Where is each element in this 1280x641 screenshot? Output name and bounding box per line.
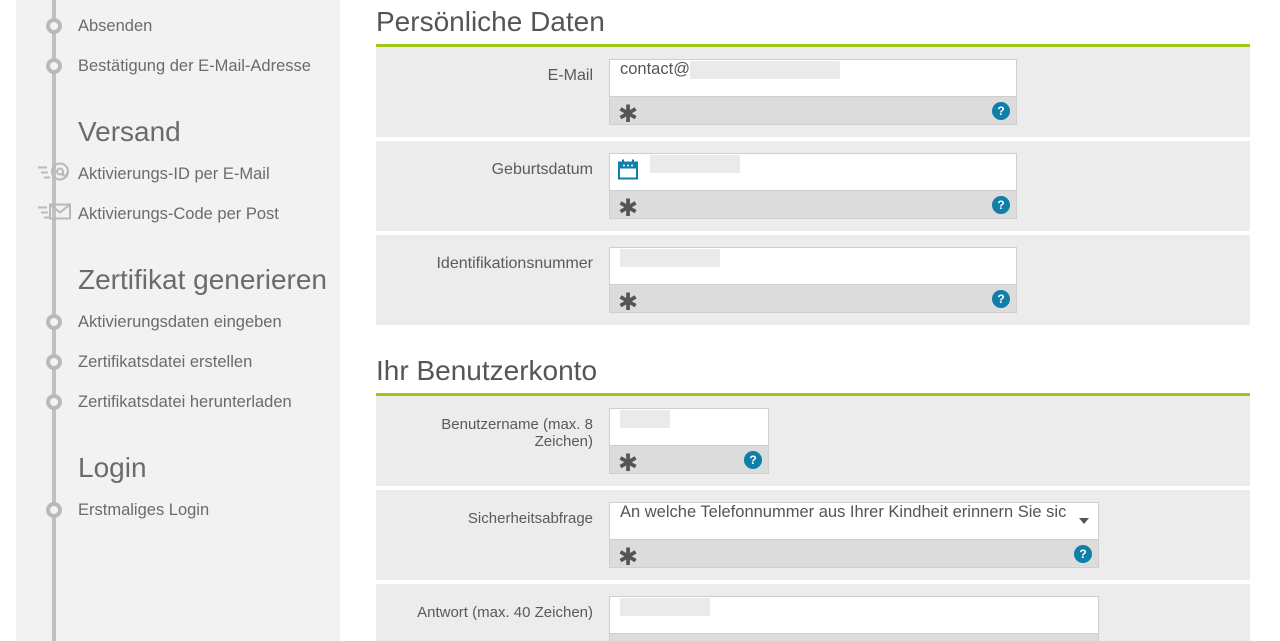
form-row-antwort: Antwort (max. 40 Zeichen) ✱: [376, 584, 1250, 641]
hint-row: ✱ ?: [609, 285, 1017, 313]
help-icon[interactable]: ?: [744, 451, 762, 469]
antwort-field[interactable]: [609, 596, 1099, 634]
redacted-text: [620, 249, 720, 267]
form-row-idnr: Identifikationsnummer ✱ ?: [376, 235, 1250, 329]
step-bullet-icon: [46, 502, 62, 518]
email-label: E-Mail: [384, 59, 609, 137]
form-row-email: E-Mail contact@ ✱ ?: [376, 47, 1250, 141]
geburtsdatum-label: Geburtsdatum: [384, 153, 609, 231]
form-row-geburtsdatum: Geburtsdatum: [376, 141, 1250, 235]
sidebar-item-aktivierung-post[interactable]: Aktivierungs-Code per Post: [16, 194, 340, 234]
section-title-persoenliche-daten: Persönliche Daten: [376, 6, 1250, 47]
step-bullet-icon: [46, 354, 62, 370]
at-email-icon: [38, 161, 72, 188]
sicherheits-label: Sicherheitsabfrage: [384, 502, 609, 580]
main-content: Persönliche Daten E-Mail contact@ ✱ ? Ge…: [340, 0, 1280, 641]
sidebar-item-bestaetigung[interactable]: Bestätigung der E-Mail-Adresse: [16, 46, 340, 86]
step-bullet-icon: [46, 58, 62, 74]
sidebar-item-label: Bestätigung der E-Mail-Adresse: [78, 57, 311, 76]
chevron-down-icon: [1079, 518, 1089, 524]
email-field[interactable]: contact@: [609, 59, 1017, 97]
form-row-benutzername: Benutzername (max. 8 Zeichen) ✱ ?: [376, 396, 1250, 490]
step-bullet-icon: [46, 314, 62, 330]
redacted-text: [690, 61, 840, 79]
required-asterisk-icon: ✱: [618, 452, 638, 476]
help-icon[interactable]: ?: [992, 290, 1010, 308]
step-bullet-icon: [46, 394, 62, 410]
benutzer-label: Benutzername (max. 8 Zeichen): [384, 408, 609, 486]
benutzername-field[interactable]: [609, 408, 769, 446]
sicherheitsabfrage-value: An welche Telefonnummer aus Ihrer Kindhe…: [609, 502, 1099, 540]
sidebar-item-aktivierungsdaten[interactable]: Aktivierungsdaten eingeben: [16, 302, 340, 342]
antwort-label: Antwort (max. 40 Zeichen): [384, 596, 609, 641]
sidebar-item-label: Aktivierungs-ID per E-Mail: [78, 165, 270, 184]
sidebar-item-zert-erstellen[interactable]: Zertifikatsdatei erstellen: [16, 342, 340, 382]
sidebar-item-label: Aktivierungsdaten eingeben: [78, 313, 282, 332]
idnr-label: Identifikationsnummer: [384, 247, 609, 325]
sidebar-heading-versand: Versand: [16, 116, 340, 148]
sidebar-item-label: Erstmaliges Login: [78, 501, 209, 520]
help-icon[interactable]: ?: [1074, 545, 1092, 563]
hint-row: ✱ ?: [609, 446, 769, 474]
sicherheitsabfrage-select[interactable]: An welche Telefonnummer aus Ihrer Kindhe…: [609, 502, 1099, 540]
sidebar-heading-login: Login: [16, 452, 340, 484]
sidebar-item-label: Aktivierungs-Code per Post: [78, 205, 279, 224]
idnr-field[interactable]: [609, 247, 1017, 285]
geburtsdatum-field[interactable]: [609, 153, 1017, 191]
required-asterisk-icon: ✱: [618, 197, 638, 221]
step-bullet-icon: [46, 18, 62, 34]
sidebar-item-label: Zertifikatsdatei erstellen: [78, 353, 252, 372]
sidebar-item-absenden[interactable]: Absenden: [16, 6, 340, 46]
hint-row: ✱ ?: [609, 191, 1017, 219]
redacted-text: [620, 410, 670, 428]
form-row-sicherheitsabfrage: Sicherheitsabfrage An welche Telefonnumm…: [376, 490, 1250, 584]
section-title-benutzerkonto: Ihr Benutzerkonto: [376, 355, 1250, 396]
mail-post-icon: [38, 201, 72, 228]
sidebar-item-erstlogin[interactable]: Erstmaliges Login: [16, 490, 340, 530]
help-icon[interactable]: ?: [992, 196, 1010, 214]
redacted-text: [620, 598, 710, 616]
hint-row: ✱: [609, 634, 1099, 641]
sidebar: Absenden Bestätigung der E-Mail-Adresse …: [16, 0, 340, 641]
hint-row: ✱ ?: [609, 540, 1099, 568]
help-icon[interactable]: ?: [992, 102, 1010, 120]
sidebar-item-aktivierung-email[interactable]: Aktivierungs-ID per E-Mail: [16, 154, 340, 194]
sidebar-item-zert-herunterladen[interactable]: Zertifikatsdatei herunterladen: [16, 382, 340, 422]
sidebar-heading-zertifikat: Zertifikat generieren: [16, 264, 340, 296]
required-asterisk-icon: ✱: [618, 546, 638, 570]
required-asterisk-icon: ✱: [618, 291, 638, 315]
sidebar-item-label: Absenden: [78, 17, 152, 36]
required-asterisk-icon: ✱: [618, 103, 638, 127]
sidebar-item-label: Zertifikatsdatei herunterladen: [78, 393, 292, 412]
calendar-icon[interactable]: [617, 159, 639, 186]
hint-row: ✱ ?: [609, 97, 1017, 125]
redacted-text: [650, 155, 740, 173]
